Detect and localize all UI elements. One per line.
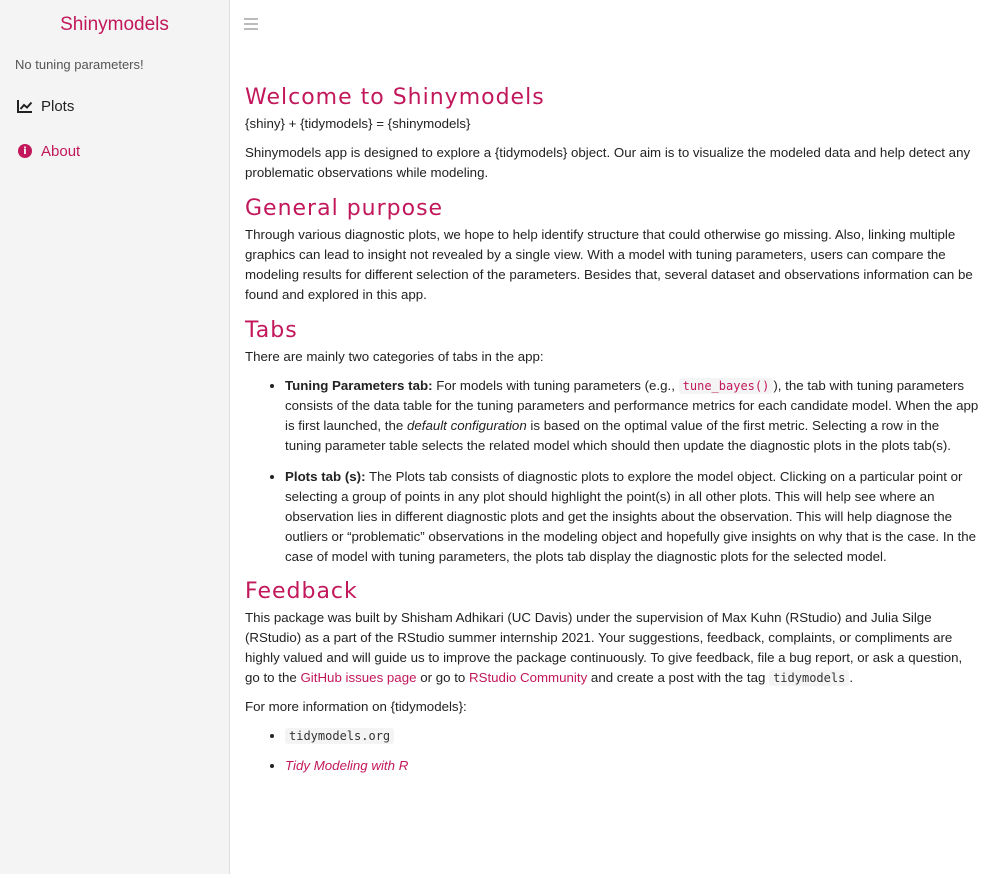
sidebar-item-plots[interactable]: Plots <box>17 94 74 118</box>
rstudio-community-link[interactable]: RStudio Community <box>469 670 587 685</box>
intro-paragraph: Shinymodels app is designed to explore a… <box>245 145 971 180</box>
plots-tab-label: Plots tab (s): <box>285 469 366 484</box>
list-item: tidymodels.org <box>285 726 979 746</box>
feedback-heading: Feedback <box>245 579 358 604</box>
tidymodels-tag-code: tidymodels <box>769 670 850 686</box>
info-circle-icon: i <box>17 143 33 159</box>
tidymodels-site-link[interactable]: tidymodels.org <box>285 728 395 744</box>
feedback-text-4: . <box>849 670 854 685</box>
tidymodels-site-code: tidymodels.org <box>285 728 395 744</box>
sidebar-toggle-icon[interactable] <box>244 18 258 33</box>
github-issues-link[interactable]: GitHub issues page <box>300 670 416 685</box>
line-chart-icon <box>17 98 33 114</box>
app-brand[interactable]: Shinymodels <box>0 14 229 36</box>
tune-bayes-code: tune_bayes() <box>678 378 774 394</box>
welcome-heading: Welcome to Shinymodels <box>245 85 545 110</box>
tuning-text-1: For models with tuning parameters (e.g., <box>432 378 679 393</box>
feedback-paragraph: This package was built by Shisham Adhika… <box>245 608 979 688</box>
sidebar-note: No tuning parameters! <box>15 57 144 72</box>
purpose-heading: General purpose <box>245 196 444 221</box>
plots-text: The Plots tab consists of diagnostic plo… <box>285 469 977 564</box>
feedback-text-3: and create a post with the tag <box>587 670 770 685</box>
feedback-text-2: or go to <box>416 670 469 685</box>
tuning-tab-item: Tuning Parameters tab: For models with t… <box>285 376 979 456</box>
resource-list: tidymodels.org Tidy Modeling with R <box>245 726 979 776</box>
more-info-text: For more information on {tidymodels}: <box>245 699 467 714</box>
list-item: Tidy Modeling with R <box>285 756 979 776</box>
default-config-emphasis: default configuration <box>406 418 527 433</box>
purpose-paragraph: Through various diagnostic plots, we hop… <box>245 227 973 302</box>
formula-text: {shiny} + {tidymodels} = {shinymodels} <box>245 116 471 131</box>
tabs-intro: There are mainly two categories of tabs … <box>245 349 544 364</box>
about-content: Welcome to Shinymodels {shiny} + {tidymo… <box>245 84 979 787</box>
sidebar: Shinymodels No tuning parameters! Plots … <box>0 0 230 874</box>
sidebar-item-about[interactable]: i About <box>17 139 80 163</box>
sidebar-item-label: Plots <box>41 97 75 115</box>
sidebar-item-label: About <box>41 142 81 160</box>
tidy-modeling-book-link[interactable]: Tidy Modeling with R <box>285 758 408 773</box>
tabs-heading: Tabs <box>245 318 298 343</box>
tabs-list: Tuning Parameters tab: For models with t… <box>245 376 979 567</box>
plots-tab-item: Plots tab (s): The Plots tab consists of… <box>285 467 979 567</box>
tuning-tab-label: Tuning Parameters tab: <box>285 378 433 393</box>
